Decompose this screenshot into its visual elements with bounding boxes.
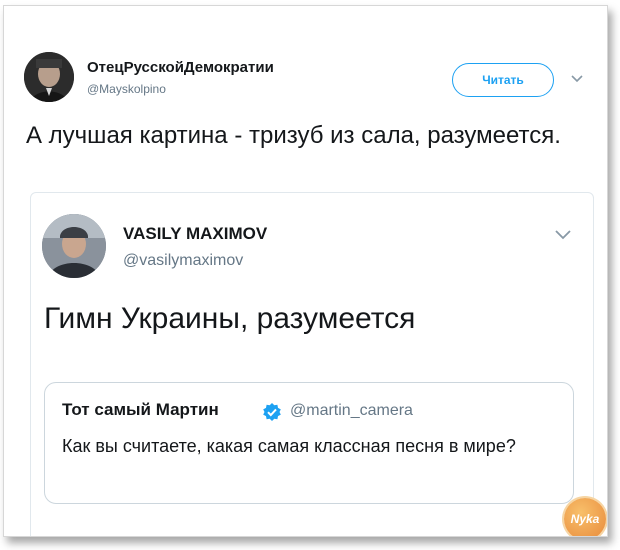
quoted-tweet-text: Гимн Украины, разумеется xyxy=(44,302,416,335)
verified-badge-icon xyxy=(263,403,281,421)
author-avatar[interactable] xyxy=(24,52,74,102)
watermark-logo: Nyka xyxy=(564,498,606,536)
quoted-author-avatar[interactable] xyxy=(42,214,106,278)
chevron-down-icon[interactable] xyxy=(570,74,584,84)
watermark-text: Nyka xyxy=(570,512,600,526)
author-name[interactable]: ОтецРусскойДемократии xyxy=(87,59,274,76)
nested-author-handle[interactable]: @martin_camera xyxy=(290,402,413,420)
tweet-screenshot-frame: ОтецРусскойДемократии @Mayskolpino Читат… xyxy=(3,5,608,537)
quoted-author-name[interactable]: VASILY MAXIMOV xyxy=(123,224,267,244)
follow-button[interactable]: Читать xyxy=(452,63,554,97)
chevron-down-icon[interactable] xyxy=(554,229,572,241)
quoted-author-handle[interactable]: @vasilymaximov xyxy=(123,252,243,270)
nested-author-name[interactable]: Тот самый Мартин xyxy=(62,400,219,420)
nested-tweet-text: Как вы считаете, какая самая классная пе… xyxy=(62,436,516,456)
author-handle[interactable]: @Mayskolpino xyxy=(87,82,166,96)
follow-button-label: Читать xyxy=(482,73,524,87)
tweet-text: А лучшая картина - тризуб из сала, разум… xyxy=(26,122,561,149)
